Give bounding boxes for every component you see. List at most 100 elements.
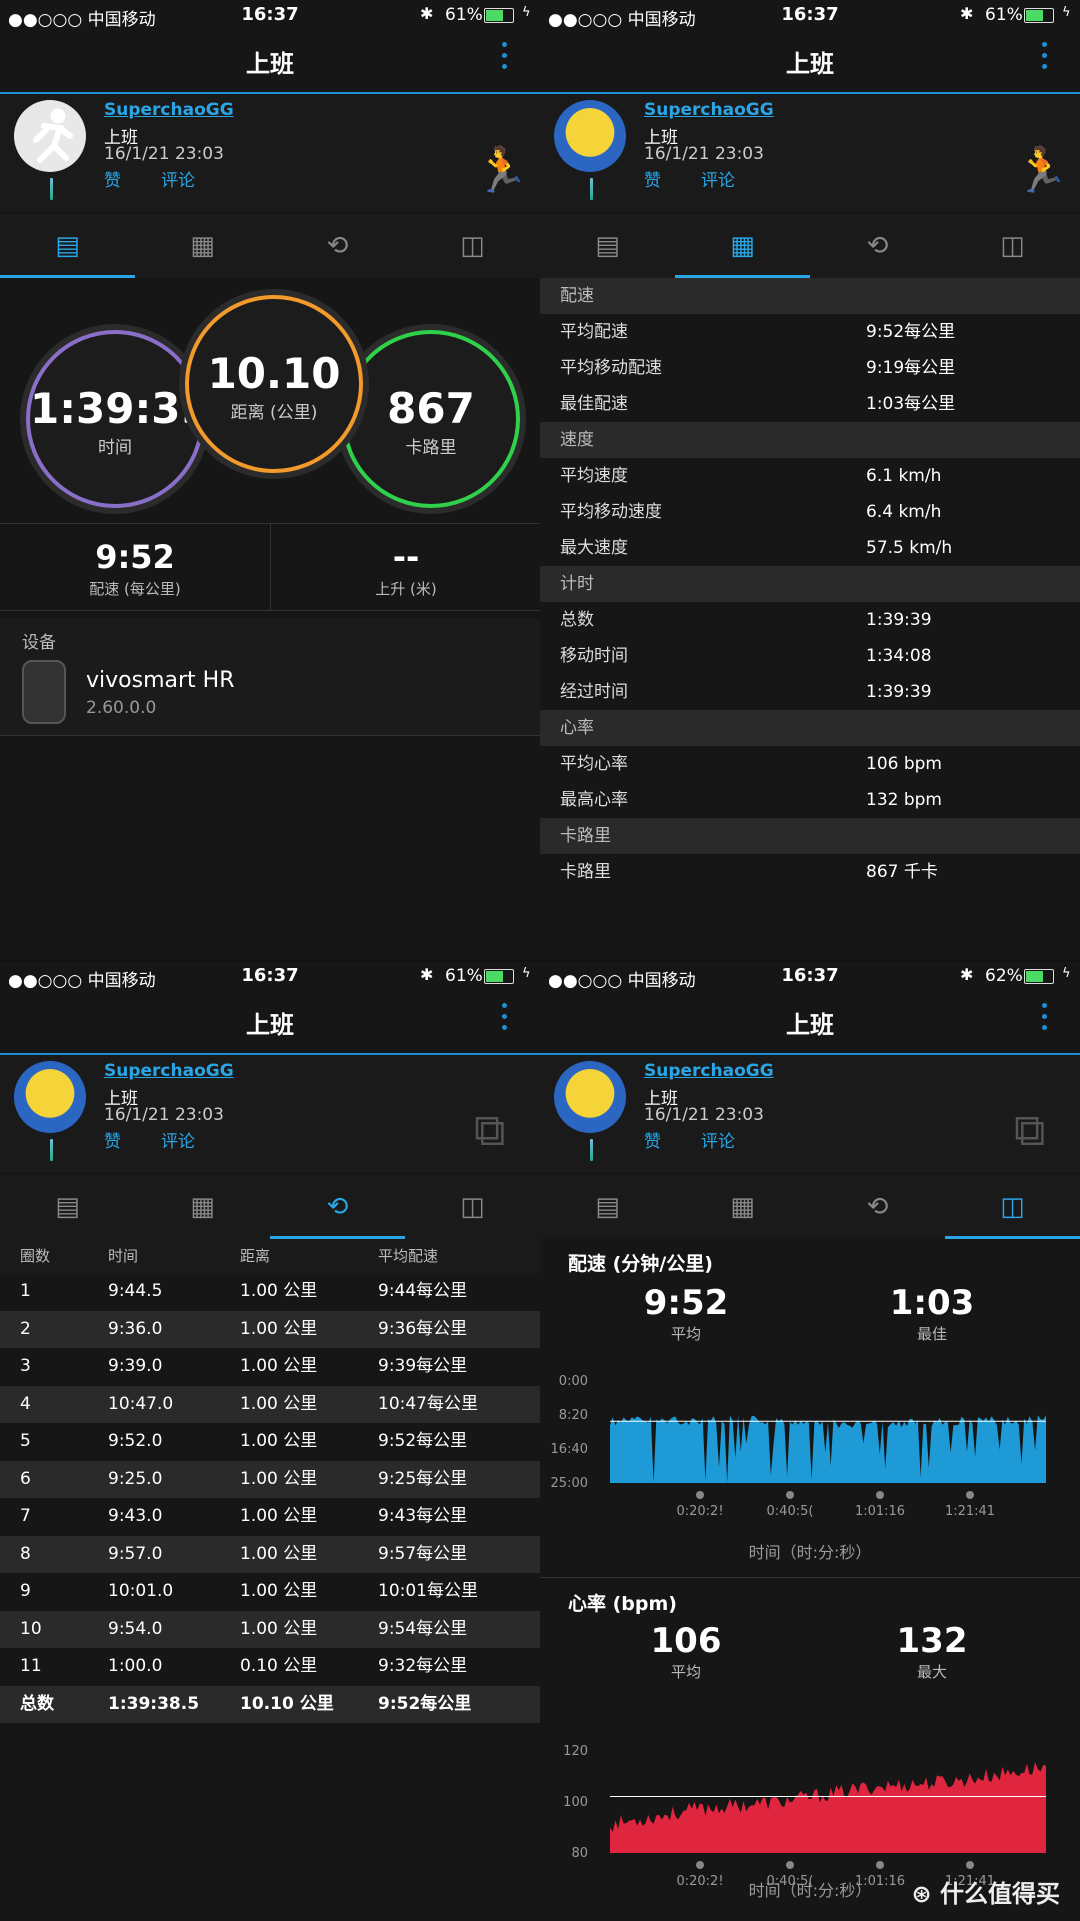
detail-key: 经过时间	[560, 682, 628, 702]
more-menu-icon[interactable]	[502, 1003, 510, 1036]
laps-panel: ●●○○○ 中国移动 16:37 ✱ 61% ϟ 上班 SuperchaoGG …	[0, 961, 540, 1921]
hr-chart[interactable]: 120100800:20:2! 0:40:5(1:01:16 1:21:41	[540, 1731, 1080, 1891]
table-row[interactable]: 11 1:00.0 0.10 公里 9:32每公里	[0, 1648, 540, 1685]
table-cell: 9:44每公里	[378, 1281, 468, 1301]
table-row[interactable]: 8 9:57.0 1.00 公里 9:57每公里	[0, 1535, 540, 1573]
table-row[interactable]: 1 9:44.5 1.00 公里 9:44每公里	[0, 1273, 540, 1310]
table-row[interactable]: 2 9:36.0 1.00 公里 9:36每公里	[0, 1310, 540, 1348]
device-header: 设备	[22, 633, 56, 653]
charging-icon: ϟ	[1062, 5, 1071, 20]
pace-chart-title: 配速 (分钟/公里)	[568, 1253, 713, 1275]
table-row[interactable]: 9 10:01.0 1.00 公里 10:01每公里	[0, 1573, 540, 1610]
status-bar: ●●○○○ 中国移动 16:37 ✱ 61% ϟ	[0, 961, 540, 991]
time-ring: 1:39:39 时间	[26, 330, 210, 508]
comment-link[interactable]: 评论	[701, 1132, 735, 1152]
detail-key: 平均心率	[560, 754, 628, 774]
tab-overview-icon[interactable]: ▤	[540, 214, 675, 278]
device-icon	[590, 1139, 593, 1161]
username-link[interactable]: SuperchaoGG	[104, 100, 234, 120]
table-cell: 1.00 公里	[240, 1318, 318, 1339]
tab-charts-icon[interactable]: ◫	[945, 1175, 1080, 1239]
bluetooth-icon: ✱	[420, 4, 434, 23]
bluetooth-icon: ✱	[960, 965, 974, 984]
table-cell: 4	[20, 1393, 31, 1414]
tab-details-icon[interactable]: ▦	[675, 214, 810, 278]
tab-overview-icon[interactable]: ▤	[0, 214, 135, 278]
tab-details-icon[interactable]: ▦	[135, 214, 270, 278]
like-link[interactable]: 赞	[644, 171, 661, 191]
section-header: 心率	[540, 710, 1080, 746]
comment-link[interactable]: 评论	[701, 171, 735, 191]
avatar[interactable]	[14, 100, 86, 172]
x-tick-dot	[966, 1861, 974, 1869]
table-cell: 9:36.0	[108, 1318, 163, 1339]
tab-bar: ▤ ▦ ⟲ ◫	[0, 1175, 540, 1239]
tab-overview-icon[interactable]: ▤	[540, 1175, 675, 1239]
avatar[interactable]	[14, 1061, 86, 1133]
page-title: 上班	[246, 1011, 294, 1039]
table-row[interactable]: 7 9:43.0 1.00 公里 9:43每公里	[0, 1498, 540, 1535]
hr-max-label: 最大	[916, 1663, 947, 1681]
like-link[interactable]: 赞	[104, 171, 121, 191]
table-row[interactable]: 10 9:54.0 1.00 公里 9:54每公里	[0, 1610, 540, 1648]
tab-overview-icon[interactable]: ▤	[0, 1175, 135, 1239]
detail-key: 移动时间	[560, 646, 628, 666]
tab-laps-icon[interactable]: ⟲	[270, 214, 405, 278]
battery-icon	[484, 8, 514, 23]
running-icon: 🏃	[1014, 145, 1069, 196]
username-link[interactable]: SuperchaoGG	[644, 1061, 774, 1081]
pace-chart[interactable]: 0:00 8:20 16:40 25:00 0:20:2! 0:40:5(1:01:16 1…	[540, 1361, 1080, 1521]
table-cell: 10:47每公里	[378, 1393, 478, 1414]
tab-charts-icon[interactable]: ◫	[405, 1175, 540, 1239]
more-menu-icon[interactable]	[1042, 42, 1050, 75]
detail-value: 132 bpm	[866, 790, 942, 810]
detail-row: 总数 1:39:39	[540, 602, 1080, 638]
like-link[interactable]: 赞	[104, 1132, 121, 1152]
share-icon[interactable]: ⧉	[1014, 1105, 1070, 1165]
page-title: 上班	[786, 50, 834, 78]
table-row[interactable]: 4 10:47.0 1.00 公里 10:47每公里	[0, 1385, 540, 1423]
tab-charts-icon[interactable]: ◫	[405, 214, 540, 278]
tab-bar: ▤ ▦ ⟲ ◫	[540, 1175, 1080, 1239]
detail-key: 平均速度	[560, 466, 628, 486]
tab-laps-icon[interactable]: ⟲	[270, 1175, 405, 1239]
comment-link[interactable]: 评论	[161, 171, 195, 191]
detail-value: 1:34:08	[866, 646, 932, 666]
tab-laps-icon[interactable]: ⟲	[810, 1175, 945, 1239]
table-row[interactable]: 5 9:52.0 1.00 公里 9:52每公里	[0, 1423, 540, 1460]
table-cell: 10:47.0	[108, 1393, 174, 1414]
share-icon[interactable]: ⧉	[474, 1105, 530, 1165]
distance-ring: 10.10 距离 (公里)	[185, 295, 363, 473]
laps-header-row: 圈数 时间 距离 平均配速	[0, 1239, 540, 1273]
battery-percent: 62%	[985, 966, 1023, 986]
tab-laps-icon[interactable]: ⟲	[810, 214, 945, 278]
comment-link[interactable]: 评论	[161, 1132, 195, 1152]
detail-row: 平均配速 9:52每公里	[540, 314, 1080, 350]
more-menu-icon[interactable]	[502, 42, 510, 75]
username-link[interactable]: SuperchaoGG	[104, 1061, 234, 1081]
page-title: 上班	[786, 1011, 834, 1039]
table-row[interactable]: 3 9:39.0 1.00 公里 9:39每公里	[0, 1348, 540, 1385]
battery-percent: 61%	[985, 5, 1023, 25]
more-menu-icon[interactable]	[1042, 1003, 1050, 1036]
detail-row: 平均心率 106 bpm	[540, 746, 1080, 782]
avatar[interactable]	[554, 100, 626, 172]
device-section[interactable]: 设备 vivosmart HR 2.60.0.0	[0, 618, 540, 736]
x-tick-label: 1:01:16	[855, 1504, 905, 1519]
tab-details-icon[interactable]: ▦	[135, 1175, 270, 1239]
avatar[interactable]	[554, 1061, 626, 1133]
table-cell: 9:54每公里	[378, 1618, 468, 1639]
username-link[interactable]: SuperchaoGG	[644, 100, 774, 120]
tab-details-icon[interactable]: ▦	[675, 1175, 810, 1239]
table-row[interactable]: 6 9:25.0 1.00 公里 9:25每公里	[0, 1460, 540, 1498]
battery-percent: 61%	[445, 966, 483, 986]
tab-bar: ▤ ▦ ⟲ ◫	[540, 214, 1080, 278]
laps-total-row[interactable]: 总数 1:39:38.5 10.10 公里 9:52每公里	[0, 1685, 540, 1723]
x-tick-label: 0:20:2!	[676, 1504, 723, 1519]
time-label: 时间	[98, 438, 132, 458]
hr-chart-title: 心率 (bpm)	[568, 1593, 677, 1615]
detail-key: 最大速度	[560, 538, 628, 558]
like-link[interactable]: 赞	[644, 1132, 661, 1152]
tab-charts-icon[interactable]: ◫	[945, 214, 1080, 278]
table-cell: 9:25每公里	[378, 1468, 468, 1489]
